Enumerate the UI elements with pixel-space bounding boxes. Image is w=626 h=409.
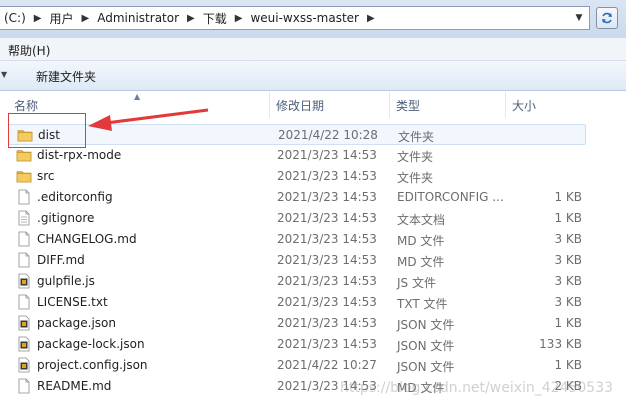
file-size: 1 KB bbox=[554, 211, 582, 225]
file-name: project.config.json bbox=[37, 358, 148, 372]
file-list: dist 2021/4/22 10:28 文件夹 dist-rpx-mode 2021/… bbox=[0, 124, 600, 397]
file-name: gulpfile.js bbox=[37, 274, 95, 288]
file-name: package.json bbox=[37, 316, 117, 330]
breadcrumb-drive[interactable]: (C:) bbox=[0, 11, 30, 25]
folder-icon bbox=[16, 147, 32, 163]
file-name: .gitignore bbox=[37, 211, 95, 225]
file-icon bbox=[16, 231, 32, 247]
address-bar[interactable]: (C:) ▶ 用户 ▶ Administrator ▶ 下载 ▶ weui-wx… bbox=[0, 6, 590, 30]
file-date-modified: 2021/3/23 14:53 bbox=[277, 274, 377, 288]
script-file-icon bbox=[16, 357, 32, 373]
file-date-modified: 2021/4/22 10:27 bbox=[277, 358, 377, 372]
file-row[interactable]: gulpfile.js 2021/3/23 14:53 JS 文件 3 KB bbox=[0, 271, 600, 292]
file-name: .editorconfig bbox=[37, 190, 113, 204]
file-type: 文件夹 bbox=[397, 150, 434, 164]
file-size: 3 KB bbox=[554, 253, 582, 267]
file-name: LICENSE.txt bbox=[37, 295, 108, 309]
file-type: TXT 文件 bbox=[397, 297, 448, 311]
breadcrumb-users[interactable]: 用户 bbox=[46, 10, 78, 27]
file-type: MD 文件 bbox=[397, 255, 445, 269]
file-row[interactable]: LICENSE.txt 2021/3/23 14:53 TXT 文件 3 KB bbox=[0, 292, 600, 313]
file-size: 1 KB bbox=[554, 316, 582, 330]
file-size: 3 KB bbox=[554, 295, 582, 309]
address-bar-row: (C:) ▶ 用户 ▶ Administrator ▶ 下载 ▶ weui-wx… bbox=[0, 0, 626, 38]
breadcrumb-chevron-icon[interactable]: ▶ bbox=[30, 13, 46, 24]
file-row[interactable]: src 2021/3/23 14:53 文件夹 bbox=[0, 166, 600, 187]
file-date-modified: 2021/3/23 14:53 bbox=[277, 253, 377, 267]
file-icon bbox=[16, 189, 32, 205]
script-file-icon bbox=[16, 273, 32, 289]
command-bar: 新建文件夹 bbox=[0, 61, 626, 91]
file-date-modified: 2021/3/23 14:53 bbox=[277, 148, 377, 162]
file-size: 3 KB bbox=[554, 274, 582, 288]
file-size: 3 KB bbox=[554, 232, 582, 246]
annotation-arrow bbox=[88, 108, 209, 131]
file-type: 文件夹 bbox=[398, 130, 435, 144]
file-name: README.md bbox=[37, 379, 112, 393]
file-type: EDITORCONFIG ... bbox=[397, 190, 504, 204]
file-name: dist-rpx-mode bbox=[37, 148, 122, 162]
file-name: src bbox=[37, 169, 55, 183]
file-row[interactable]: dist-rpx-mode 2021/3/23 14:53 文件夹 bbox=[0, 145, 600, 166]
file-date-modified: 2021/3/23 14:53 bbox=[277, 190, 377, 204]
watermark: https://blog.csdn.net/weixin_42450533 bbox=[340, 380, 614, 396]
file-row[interactable]: DIFF.md 2021/3/23 14:53 MD 文件 3 KB bbox=[0, 250, 600, 271]
file-date-modified: 2021/3/23 14:53 bbox=[277, 295, 377, 309]
refresh-icon bbox=[602, 12, 612, 24]
menu-help[interactable]: 帮助(H) bbox=[8, 42, 50, 59]
file-type: JSON 文件 bbox=[397, 318, 455, 332]
file-row[interactable]: project.config.json 2021/4/22 10:27 JSON 文… bbox=[0, 355, 600, 376]
file-size: 1 KB bbox=[554, 190, 582, 204]
scroll-area bbox=[600, 92, 626, 409]
breadcrumb-chevron-icon[interactable]: ▶ bbox=[363, 13, 379, 24]
script-file-icon bbox=[16, 315, 32, 331]
file-type: JSON 文件 bbox=[397, 339, 455, 353]
menu-bar: 帮助(H) bbox=[0, 38, 626, 61]
breadcrumb-weui-wxss-master[interactable]: weui-wxss-master bbox=[246, 11, 363, 25]
file-type: JSON 文件 bbox=[397, 360, 455, 374]
file-icon bbox=[16, 252, 32, 268]
annotation-highlight-box bbox=[8, 113, 86, 148]
file-date-modified: 2021/3/23 14:53 bbox=[277, 337, 377, 351]
file-date-modified: 2021/3/23 14:53 bbox=[277, 169, 377, 183]
file-name: DIFF.md bbox=[37, 253, 85, 267]
breadcrumb-chevron-icon[interactable]: ▶ bbox=[183, 13, 199, 24]
breadcrumb-downloads[interactable]: 下载 bbox=[199, 10, 231, 27]
column-type[interactable]: 类型 bbox=[390, 92, 506, 118]
script-file-icon bbox=[16, 336, 32, 352]
file-name: CHANGELOG.md bbox=[37, 232, 137, 246]
file-date-modified: 2021/3/23 14:53 bbox=[277, 316, 377, 330]
file-icon bbox=[16, 378, 32, 394]
file-size: 133 KB bbox=[539, 337, 582, 351]
file-row[interactable]: CHANGELOG.md 2021/3/23 14:53 MD 文件 3 KB bbox=[0, 229, 600, 250]
file-row[interactable]: .editorconfig 2021/3/23 14:53 EDITORCONFIG… bbox=[0, 187, 600, 208]
file-row[interactable]: package-lock.json 2021/3/23 14:53 JSON 文件 1… bbox=[0, 334, 600, 355]
file-type: MD 文件 bbox=[397, 234, 445, 248]
file-size: 1 KB bbox=[554, 358, 582, 372]
file-type: 文件夹 bbox=[397, 171, 434, 185]
file-row[interactable]: package.json 2021/3/23 14:53 JSON 文件 1 KB bbox=[0, 313, 600, 334]
breadcrumb-administrator[interactable]: Administrator bbox=[93, 11, 183, 25]
file-type: 文本文档 bbox=[397, 213, 446, 227]
folder-icon bbox=[16, 168, 32, 184]
column-size[interactable]: 大小 bbox=[506, 92, 582, 118]
breadcrumb-chevron-icon[interactable]: ▶ bbox=[231, 13, 247, 24]
caret-down-icon: ▼ bbox=[1, 70, 8, 79]
file-date-modified: 2021/3/23 14:53 bbox=[277, 211, 377, 225]
chevron-down-icon[interactable]: ▼ bbox=[571, 10, 587, 26]
column-date-modified[interactable]: 修改日期 bbox=[270, 92, 390, 118]
file-row[interactable]: .gitignore 2021/3/23 14:53 文本文档 1 KB bbox=[0, 208, 600, 229]
refresh-button[interactable] bbox=[596, 7, 618, 29]
file-name: package-lock.json bbox=[37, 337, 145, 351]
file-date-modified: 2021/4/22 10:28 bbox=[278, 128, 378, 142]
file-icon bbox=[16, 294, 32, 310]
file-type: JS 文件 bbox=[397, 276, 436, 290]
file-date-modified: 2021/3/23 14:53 bbox=[277, 232, 377, 246]
new-folder-button[interactable]: 新建文件夹 bbox=[36, 68, 96, 85]
text-file-icon bbox=[16, 210, 32, 226]
breadcrumb-chevron-icon[interactable]: ▶ bbox=[78, 13, 94, 24]
